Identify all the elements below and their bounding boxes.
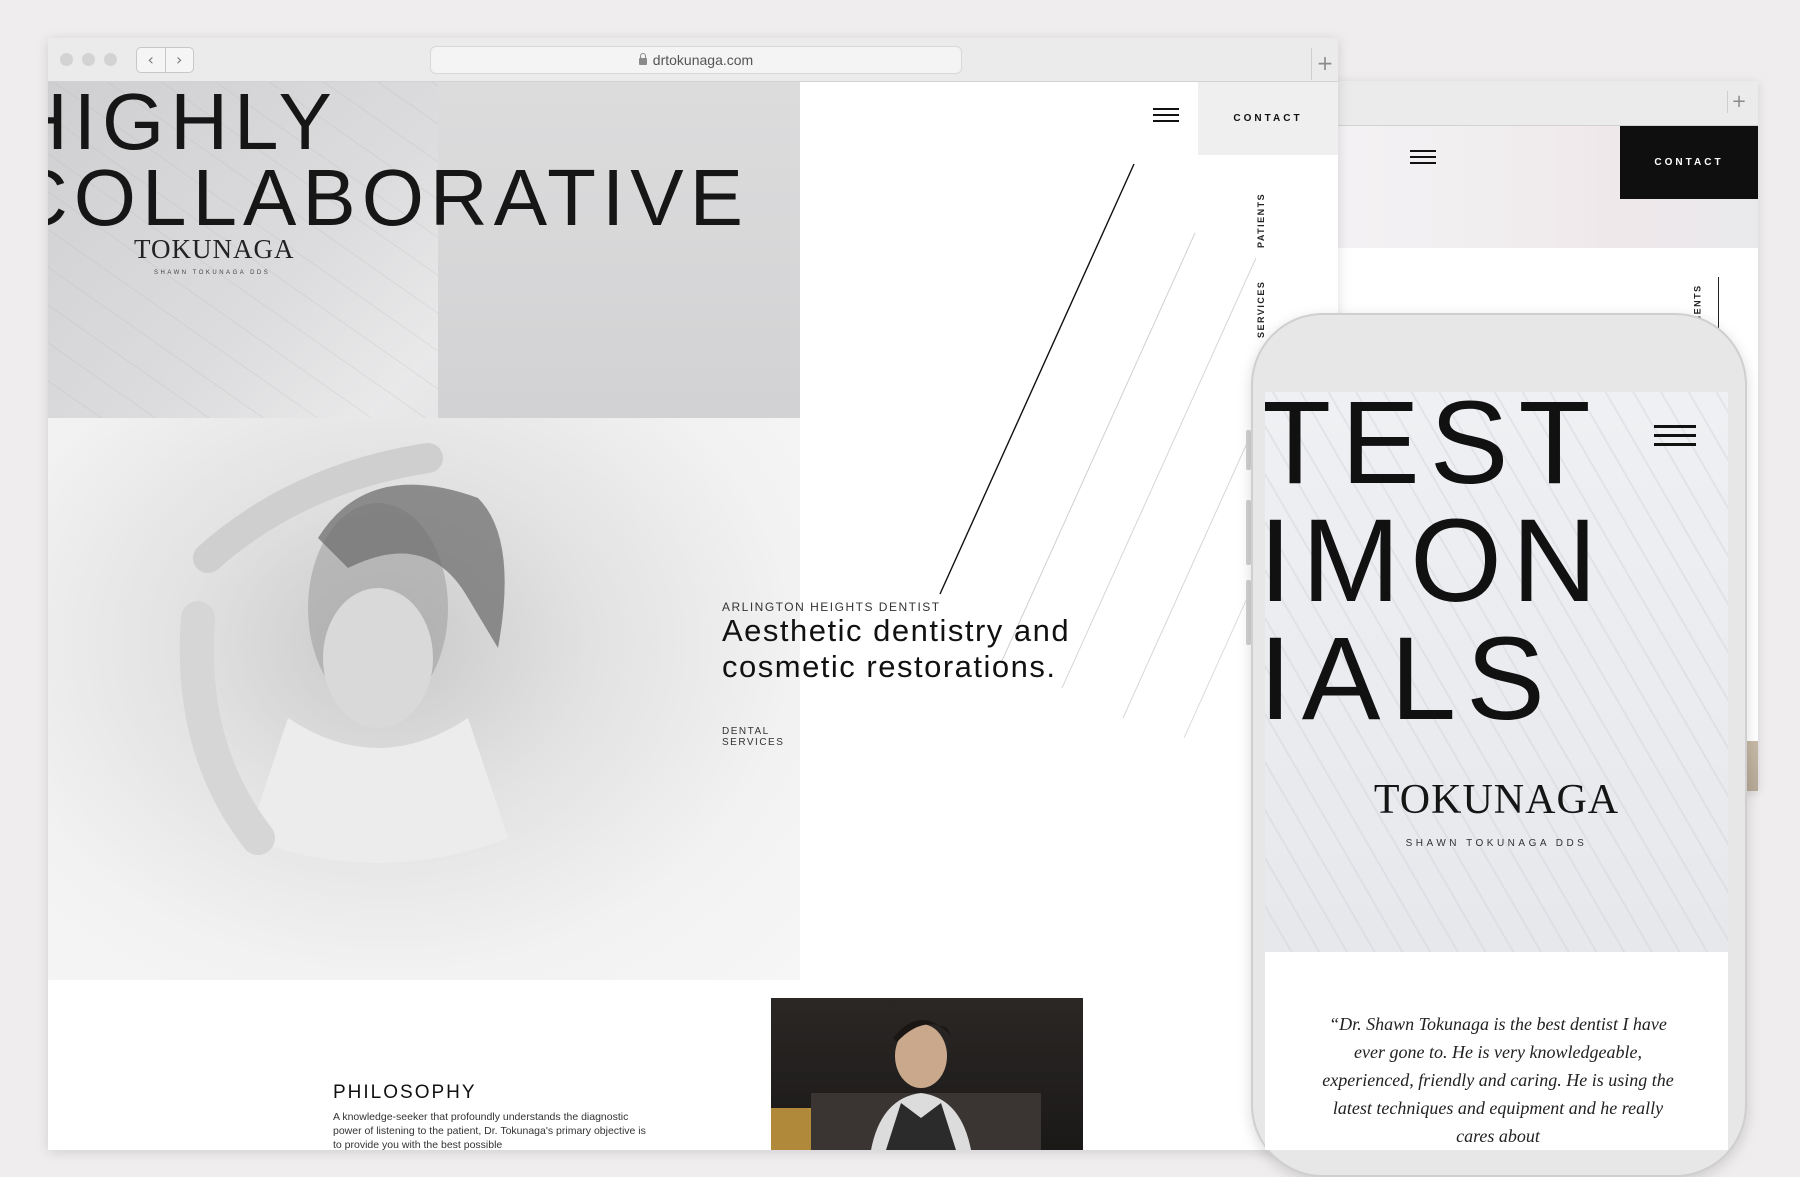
site-logo[interactable]: TOKUNAGA [134, 234, 295, 265]
hero-title: HIGHLY COLLABORATIVE [48, 77, 749, 242]
address-bar[interactable]: drtokunaga.com [430, 46, 962, 74]
close-window-dot[interactable] [60, 53, 73, 66]
intro-headline: Aesthetic dentistry and cosmetic restora… [722, 613, 1071, 684]
philosophy-heading: PHILOSOPHY [333, 1082, 477, 1103]
dental-services-link[interactable]: DENTAL SERVICES [722, 726, 802, 748]
site-logo-subtitle: SHAWN TOKUNAGA DDS [1405, 838, 1588, 849]
forward-arrow-icon[interactable]: › [166, 48, 194, 72]
minimize-window-dot[interactable] [82, 53, 95, 66]
lock-icon [638, 53, 647, 65]
back-arrow-icon[interactable]: ‹ [137, 48, 166, 72]
doctor-photo-illustration [771, 1019, 1041, 1150]
url-text: drtokunaga.com [652, 52, 754, 68]
browser-chrome: ‹ › drtokunaga.com + [48, 38, 1338, 82]
site-logo[interactable]: TOKUNAGA [1265, 776, 1728, 824]
history-nav: ‹ › [136, 47, 194, 73]
site-logo-subtitle: SHAWN TOKUNAGA DDS [154, 270, 271, 276]
philosophy-text: A knowledge-seeker that profoundly under… [333, 1111, 646, 1150]
contact-button[interactable]: CONTACT [1620, 126, 1758, 199]
model-photo [48, 418, 800, 980]
doctor-photo [771, 998, 1083, 1150]
phone-screen: TEST IMON IALS TOKUNAGA SHAWN TOKUNAGA D… [1265, 392, 1728, 1150]
front-browser-window: ‹ › drtokunaga.com + HIGHLY COLLABORATIV… [48, 38, 1338, 1150]
zoom-window-dot[interactable] [104, 53, 117, 66]
hamburger-menu-icon[interactable] [1654, 425, 1696, 452]
new-tab-button[interactable]: + [1727, 91, 1750, 113]
new-tab-button[interactable]: + [1311, 48, 1338, 80]
hamburger-menu-icon[interactable] [1410, 150, 1436, 168]
model-photo-illustration [179, 443, 508, 863]
testimonial-quote: “Dr. Shawn Tokunaga is the best dentist … [1322, 1014, 1674, 1146]
intro-kicker: ARLINGTON HEIGHTS DENTIST [722, 600, 941, 614]
testimonials-title: TEST IMON IALS [1265, 392, 1608, 745]
